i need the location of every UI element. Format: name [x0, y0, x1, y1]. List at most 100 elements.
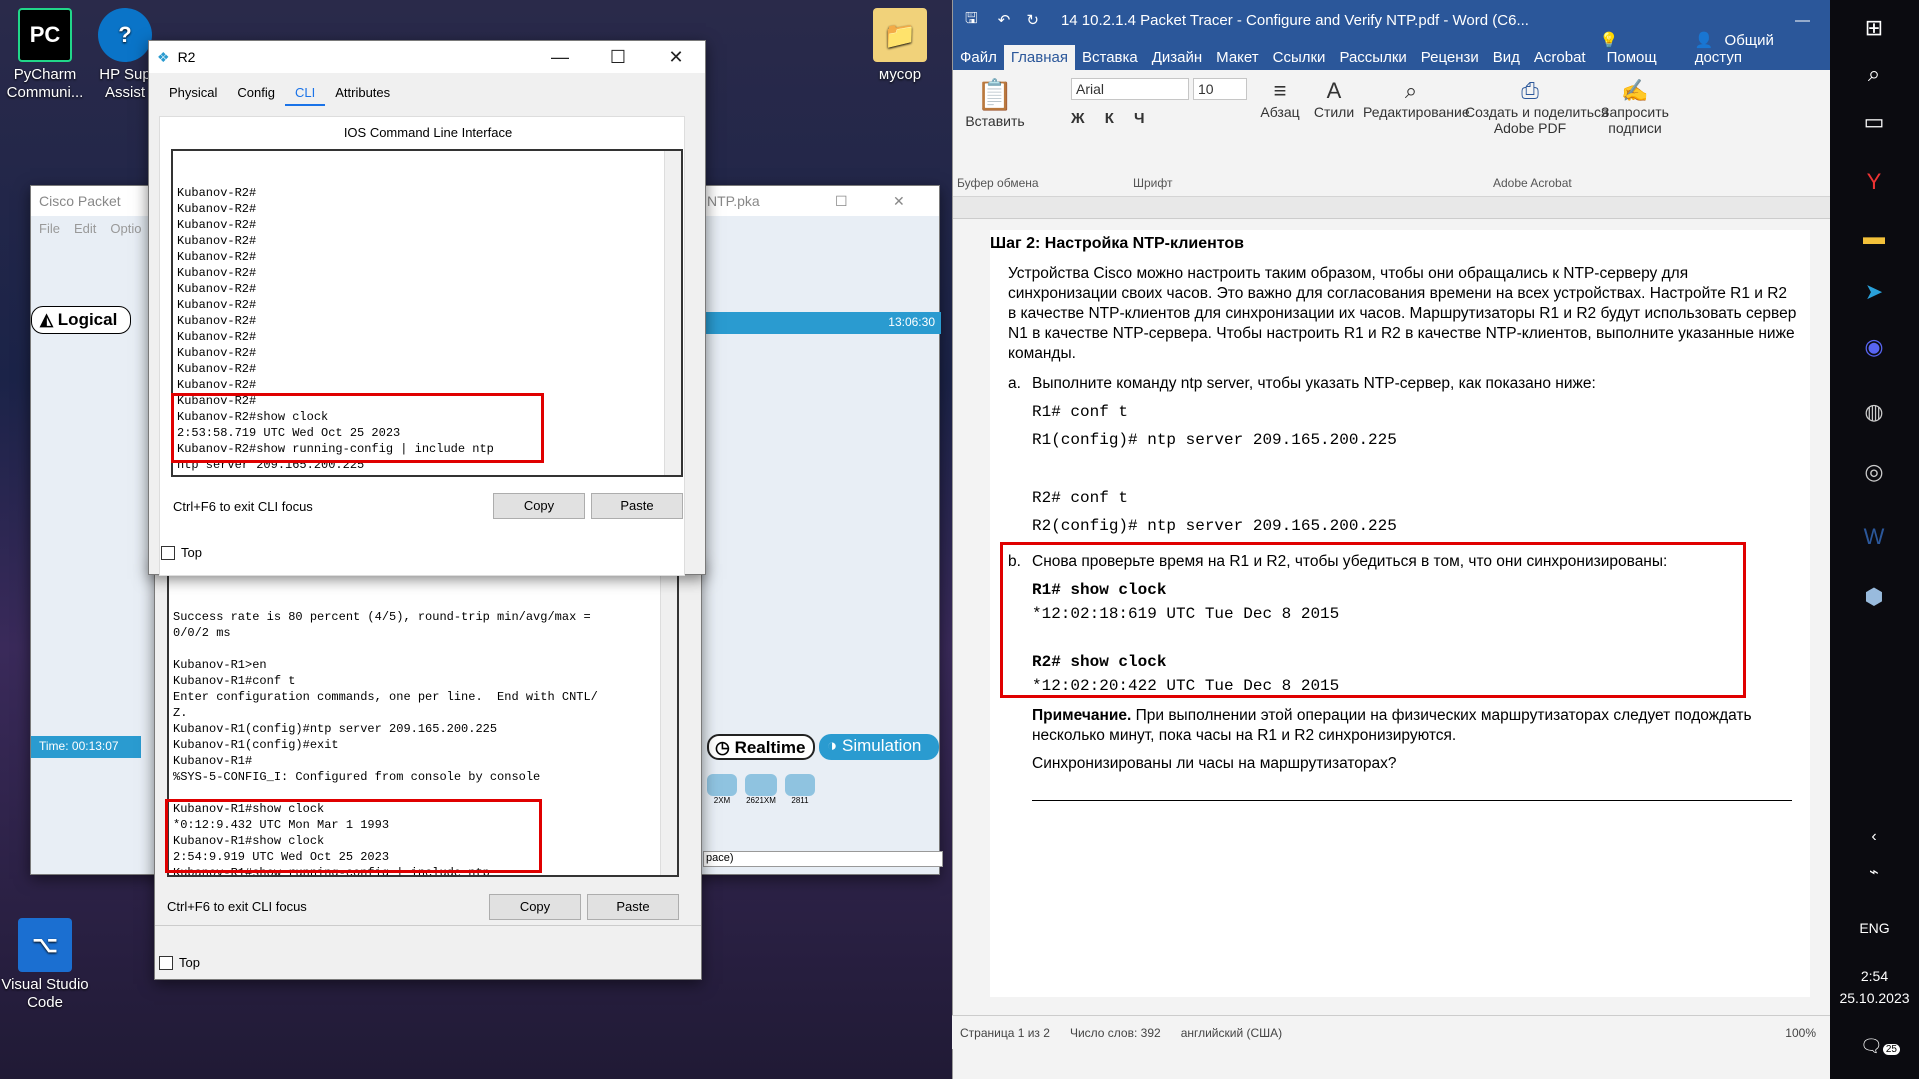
pt-status-field: pace) — [703, 851, 943, 867]
menu-edit[interactable]: Edit — [74, 221, 96, 236]
answer-line[interactable] — [1032, 800, 1792, 801]
r1-cli-hint: Ctrl+F6 to exit CLI focus — [167, 899, 307, 914]
yandex-icon[interactable]: Y — [1852, 160, 1896, 204]
r2-scrollbar[interactable] — [664, 151, 681, 475]
tab-review[interactable]: Рецензи — [1414, 45, 1486, 70]
note-text: При выполнении этой операции на физическ… — [1032, 707, 1752, 744]
language-indicator[interactable]: ENG — [1830, 920, 1919, 936]
font-size-select[interactable]: 10 — [1193, 78, 1247, 100]
tab-help[interactable]: 💡 Помощ — [1593, 27, 1688, 70]
pycharm-desktop-icon[interactable]: PC PyCharm Communi... — [0, 8, 90, 102]
word-ribbon: 📋 Вставить Arial 10 Ж К Ч ≡ Абзац A Стили … — [953, 70, 1830, 197]
minimize-icon[interactable]: — — [531, 41, 589, 73]
tab-config[interactable]: Config — [227, 81, 285, 106]
device-2811[interactable]: 2811 — [785, 774, 815, 805]
font-format-buttons[interactable]: Ж К Ч — [1071, 110, 1153, 127]
cli-line: Z. — [173, 706, 188, 720]
r1-copy-button[interactable]: Copy — [489, 894, 581, 920]
simulation-button[interactable]: ◑ Simulation — [819, 734, 939, 760]
paragraph-label: Абзац — [1260, 104, 1300, 120]
r2-paste-button[interactable]: Paste — [591, 493, 683, 519]
tab-mailings[interactable]: Рассылки — [1332, 45, 1413, 70]
r2-cli-heading: IOS Command Line Interface — [343, 125, 513, 140]
windows-start-icon[interactable]: ⊞ — [1852, 6, 1896, 50]
cli-line: Kubanov-R2# — [177, 218, 257, 232]
search-icon[interactable]: ⌕ — [1852, 52, 1896, 96]
r2-top-checkbox[interactable]: Top — [161, 545, 202, 560]
save-icon[interactable]: 🖫 — [953, 8, 990, 33]
network-icon[interactable]: ⌁ — [1852, 850, 1896, 894]
editing-button[interactable]: ⌕ Редактирование — [1363, 78, 1470, 120]
paste-button[interactable]: 📋 Вставить — [965, 78, 1025, 129]
tab-cli[interactable]: CLI — [285, 81, 326, 106]
taskbar: ⊞ ⌕ ▭ Y ▬ ➤ ◉ ◍ ◎ W ⬢ ‹ ⌁ ENG 2:54 25.10… — [1830, 0, 1919, 1079]
vscode-desktop-icon[interactable]: ⌥ Visual Studio Code — [0, 918, 90, 1012]
clock-date[interactable]: 25.10.2023 — [1830, 990, 1919, 1006]
tab-physical[interactable]: Physical — [159, 81, 227, 106]
device-label: 2621XM — [746, 796, 776, 805]
paragraph-button[interactable]: ≡ Абзац — [1255, 78, 1305, 120]
tab-acrobat[interactable]: Acrobat — [1527, 45, 1593, 70]
create-pdf-button[interactable]: ⎙ Создать и поделиться Adobe PDF — [1465, 78, 1609, 136]
share-button[interactable]: 👤 Общий доступ — [1688, 27, 1830, 70]
cli-line: Kubanov-R2# — [177, 266, 257, 280]
r2-copy-button[interactable]: Copy — [493, 493, 585, 519]
r1-scrollbar[interactable] — [660, 575, 677, 875]
file-explorer-icon[interactable]: ▬ — [1852, 215, 1896, 259]
signature-icon: ✍ — [1621, 78, 1649, 103]
code-r2-show-clock: R2# show clock — [1032, 653, 1167, 671]
font-name-select[interactable]: Arial — [1071, 78, 1189, 100]
menu-file[interactable]: File — [39, 221, 60, 236]
device-2xm[interactable]: 2XM — [707, 774, 737, 805]
close-icon[interactable]: ✕ — [647, 41, 705, 73]
r1-top-checkbox[interactable]: Top — [159, 955, 200, 970]
telegram-icon[interactable]: ➤ — [1852, 270, 1896, 314]
notification-icon[interactable]: 🗨 25 — [1860, 1036, 1900, 1057]
realtime-button[interactable]: ◷ Realtime — [707, 734, 815, 760]
status-language[interactable]: английский (США) — [1181, 1026, 1282, 1040]
task-view-icon[interactable]: ▭ — [1852, 100, 1896, 144]
document-page: Шаг 2: Настройка NTP-клиентов Устройства… — [990, 230, 1810, 997]
tab-view[interactable]: Вид — [1486, 45, 1527, 70]
request-signature-button[interactable]: ✍ Запросить подписи — [1597, 78, 1673, 136]
tab-home[interactable]: Главная — [1003, 45, 1075, 70]
maximize-icon[interactable]: ☐ — [589, 41, 647, 73]
cli-line: Kubanov-R2# — [177, 330, 257, 344]
cli-line: Enter configuration commands, one per li… — [173, 690, 598, 704]
musor-desktop-icon[interactable]: 📁 мусор — [855, 8, 945, 84]
checkbox[interactable] — [161, 545, 175, 560]
styles-button[interactable]: A Стили — [1309, 78, 1359, 120]
realtime-label: Realtime — [734, 738, 806, 757]
tab-insert[interactable]: Вставка — [1075, 45, 1145, 70]
checkbox[interactable] — [159, 955, 173, 970]
word-taskbar-icon[interactable]: W — [1852, 515, 1896, 559]
r1-paste-button[interactable]: Paste — [587, 894, 679, 920]
tab-file[interactable]: Файл — [953, 45, 1004, 70]
minimize-icon[interactable]: — — [1775, 12, 1830, 29]
redo-icon[interactable]: ↻ — [1018, 11, 1047, 29]
close-icon[interactable]: ✕ — [893, 193, 905, 210]
discord-icon[interactable]: ◉ — [1852, 325, 1896, 369]
logical-tab[interactable]: ◭ Logical — [31, 306, 131, 334]
hp-support-icon: ? — [98, 8, 152, 62]
pt-time-label: Time: 00:13:07 — [31, 736, 141, 758]
note-label: Примечание. — [1032, 707, 1132, 724]
r2-title: R2 — [177, 49, 196, 65]
app-icon[interactable]: ◍ — [1852, 390, 1896, 434]
zoom-level[interactable]: 100% — [1785, 1026, 1830, 1040]
tab-attributes[interactable]: Attributes — [325, 81, 400, 106]
menu-options[interactable]: Optio — [110, 221, 141, 236]
cisco-icon: ❖ — [157, 48, 170, 65]
device-2621xm[interactable]: 2621XM — [745, 774, 777, 805]
tab-design[interactable]: Дизайн — [1145, 45, 1209, 70]
maximize-icon[interactable]: ☐ — [835, 193, 848, 210]
status-page[interactable]: Страница 1 из 2 — [960, 1026, 1050, 1040]
packet-tracer-taskbar-icon[interactable]: ⬢ — [1852, 575, 1896, 619]
undo-icon[interactable]: ↶ — [990, 11, 1019, 29]
app-icon[interactable]: ◎ — [1852, 450, 1896, 494]
status-words[interactable]: Число слов: 392 — [1070, 1026, 1161, 1040]
tab-layout[interactable]: Макет — [1209, 45, 1265, 70]
tab-references[interactable]: Ссылки — [1266, 45, 1333, 70]
clock-time[interactable]: 2:54 — [1830, 968, 1919, 984]
pycharm-icon: PC — [18, 8, 72, 62]
